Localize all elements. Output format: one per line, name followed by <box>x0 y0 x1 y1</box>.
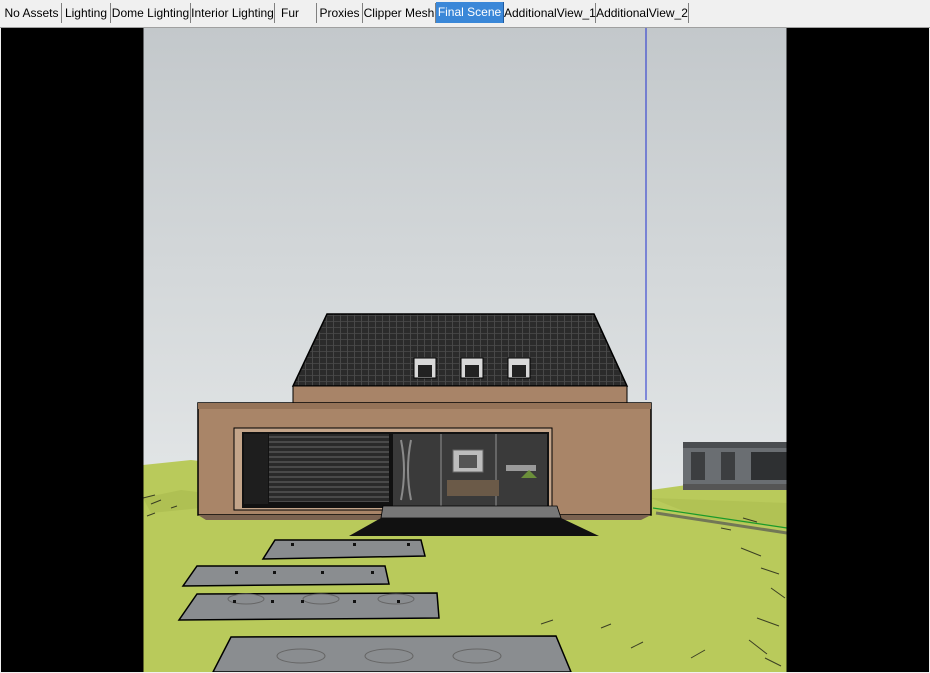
3d-viewport[interactable] <box>1 28 929 672</box>
neighbor-building <box>683 442 787 490</box>
tab-clipper-mesh[interactable]: Clipper Mesh <box>363 3 436 23</box>
tab-fur[interactable]: Fur <box>275 3 317 23</box>
scene-area <box>142 28 788 672</box>
tab-final-scene[interactable]: Final Scene <box>436 2 504 23</box>
scene-tab-bar: No Assets Lighting Dome Lighting Interio… <box>0 0 930 28</box>
house-ground-floor <box>197 402 652 516</box>
tab-additional-view-2[interactable]: AdditionalView_2 <box>596 3 689 23</box>
scene-render <box>1 28 929 672</box>
tab-lighting[interactable]: Lighting <box>62 3 111 23</box>
tab-proxies[interactable]: Proxies <box>317 3 363 23</box>
house-roof <box>291 313 629 387</box>
tab-dome-lighting[interactable]: Dome Lighting <box>111 3 191 23</box>
tab-additional-view-1[interactable]: AdditionalView_1 <box>504 3 596 23</box>
tab-no-assets[interactable]: No Assets <box>2 3 62 23</box>
tab-interior-lighting[interactable]: Interior Lighting <box>191 3 275 23</box>
